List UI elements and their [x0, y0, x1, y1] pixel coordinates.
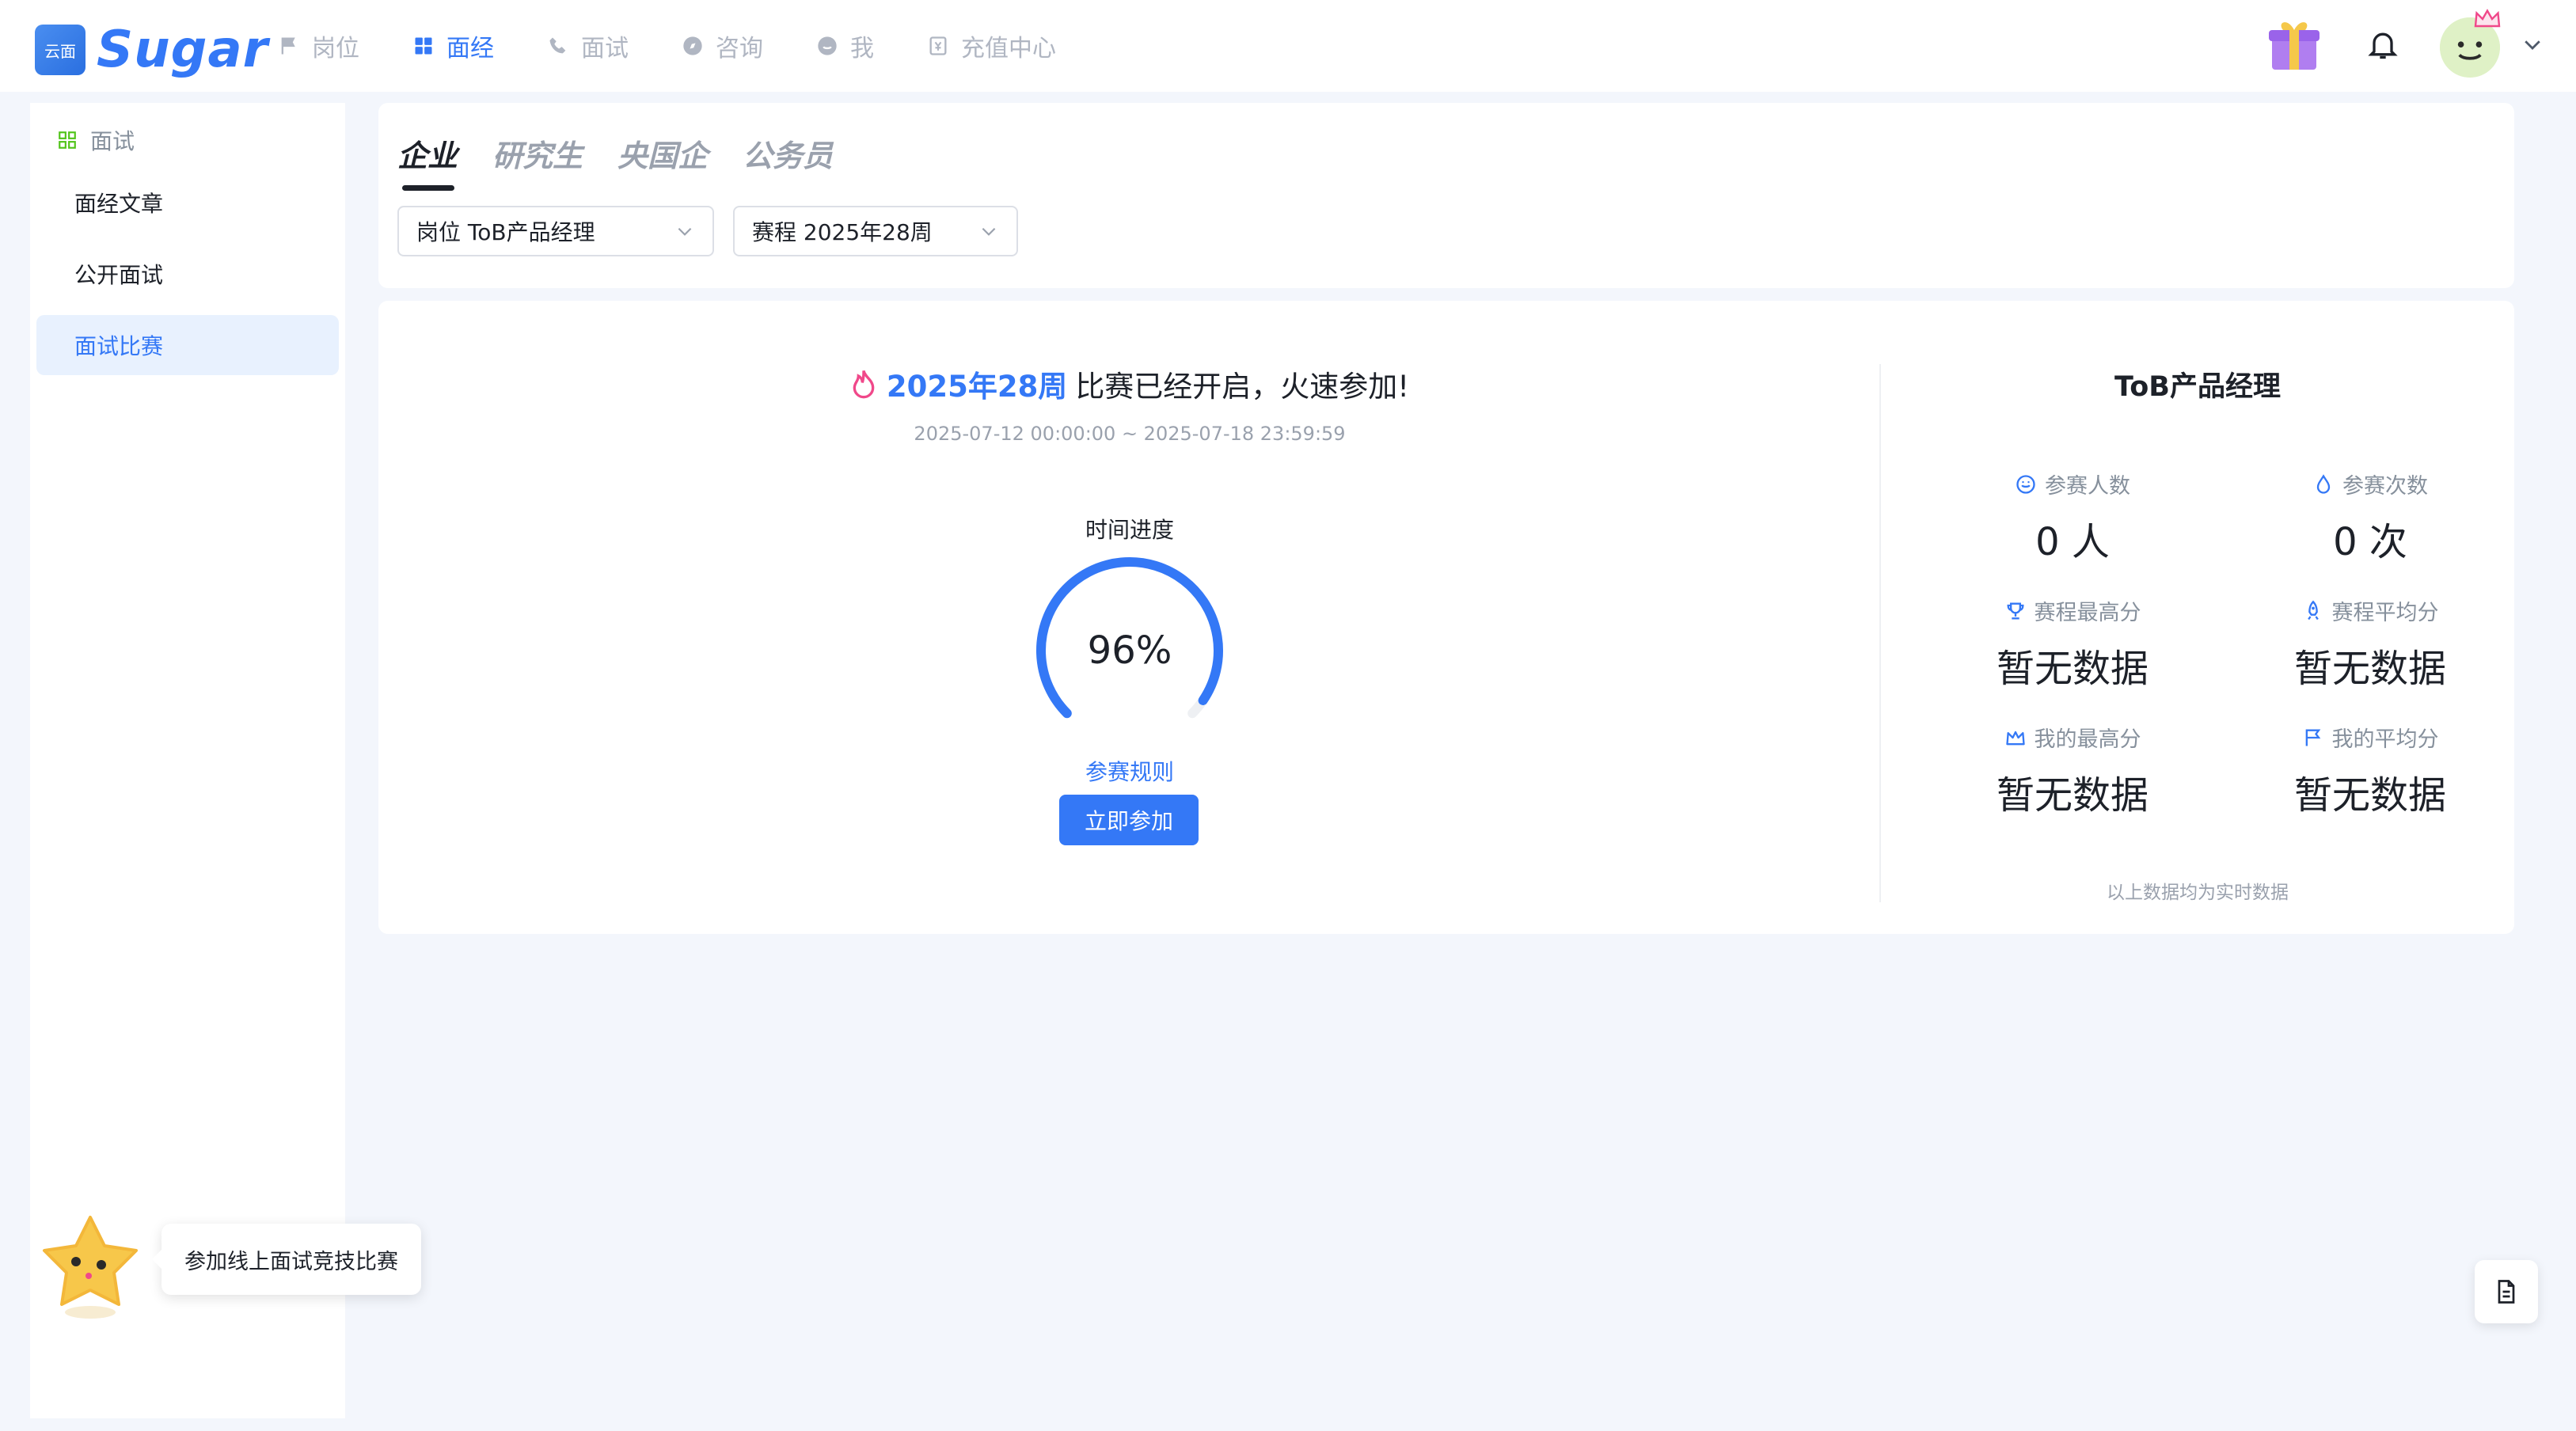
stat-label: 我的最高分 — [2034, 727, 2141, 752]
smile-icon — [815, 34, 839, 58]
sidebar-item-public-interview[interactable]: 公开面试 — [36, 244, 339, 304]
wallet-icon — [926, 34, 950, 58]
rules-link[interactable]: 参赛规则 — [378, 755, 1881, 787]
crown-icon — [2474, 9, 2501, 28]
contest-headline: 2025年28周 比赛已经开启，火速参加! — [378, 362, 1881, 405]
nav-item-interview[interactable]: 面试 — [546, 28, 629, 63]
apps-icon — [59, 131, 76, 149]
round-select-value: 赛程 2025年28周 — [752, 219, 933, 245]
flag-icon — [2305, 729, 2320, 746]
contest-week: 2025年28周 — [886, 370, 1068, 404]
fire-icon — [853, 370, 875, 399]
contest-panel: 2025年28周 比赛已经开启，火速参加! 2025-07-12 00:00:0… — [378, 301, 1881, 934]
sidebar-group-interview: 面试 — [30, 103, 345, 161]
chevron-down-icon[interactable] — [2521, 32, 2544, 56]
chevron-down-icon — [982, 227, 996, 236]
stat-my-average: 我的平均分 暂无数据 — [2251, 722, 2489, 819]
mascot-tooltip: 参加线上面试竞技比赛 — [152, 1224, 421, 1295]
tab-graduate[interactable]: 研究生 — [492, 131, 583, 191]
stat-round-average: 赛程平均分 暂无数据 — [2251, 595, 2489, 693]
stat-value: 暂无数据 — [1996, 647, 2149, 691]
tab-state-owned[interactable]: 央国企 — [617, 131, 708, 191]
nav-item-label: 我 — [850, 35, 874, 63]
nav-item-consult[interactable]: 咨询 — [681, 28, 763, 63]
phone-icon — [546, 34, 570, 58]
filter-card: 企业 研究生 央国企 公务员 岗位 ToB产品经理 赛程 2025年28周 — [378, 103, 2514, 288]
position-select-value: 岗位 ToB产品经理 — [416, 219, 595, 245]
document-float-button[interactable] — [2475, 1260, 2538, 1323]
logo-badge: 云面 — [35, 25, 85, 75]
stat-label: 赛程最高分 — [2034, 601, 2141, 625]
stat-my-top-score: 我的最高分 暂无数据 — [1954, 722, 2191, 819]
tab-enterprise[interactable]: 企业 — [397, 131, 458, 191]
smile-icon — [2016, 474, 2035, 494]
contest-headline-text: 比赛已经开启，火速参加! — [1075, 370, 1410, 404]
stat-value: 暂无数据 — [2293, 647, 2446, 691]
nav-item-me[interactable]: 我 — [815, 28, 874, 63]
stat-round-top-score: 赛程最高分 暂无数据 — [1954, 595, 2191, 693]
nav-item-label: 咨询 — [716, 35, 763, 63]
nav-item-label: 岗位 — [312, 35, 359, 63]
grid-icon — [412, 34, 435, 58]
flag-icon — [277, 34, 301, 58]
progress-value: 96% — [1087, 628, 1172, 673]
star-mascot-icon[interactable] — [35, 1211, 146, 1322]
tab-civil-servant[interactable]: 公务员 — [743, 131, 833, 191]
top-right-actions — [2263, 9, 2544, 78]
nav-item-label: 充值中心 — [961, 35, 1056, 63]
compass-icon — [681, 34, 705, 58]
stat-value: 0 人 — [2035, 520, 2110, 564]
contest-dates: 2025-07-12 00:00:00 ~ 2025-07-18 23:59:5… — [914, 423, 1346, 445]
stat-label: 我的平均分 — [2331, 727, 2439, 752]
sidebar-item-contest[interactable]: 面试比赛 — [36, 315, 339, 375]
position-select[interactable]: 岗位 ToB产品经理 — [397, 206, 714, 256]
stats-note: 以上数据均为实时数据 — [2107, 883, 2289, 903]
stat-value: 暂无数据 — [1996, 773, 2149, 818]
stat-label: 参赛次数 — [2342, 474, 2428, 499]
stat-label: 赛程平均分 — [2331, 601, 2439, 625]
contest-card: 2025年28周 比赛已经开启，火速参加! 2025-07-12 00:00:0… — [378, 301, 2514, 934]
bell-icon[interactable] — [2365, 27, 2400, 62]
category-tabs: 企业 研究生 央国企 公务员 — [397, 131, 868, 191]
filter-selects: 岗位 ToB产品经理 赛程 2025年28周 — [397, 206, 1037, 256]
app-logo[interactable]: 云面 Sugar — [35, 21, 268, 79]
sidebar-item-label: 公开面试 — [74, 262, 164, 288]
progress-label: 时间进度 — [1085, 517, 1174, 543]
chevron-down-icon — [678, 227, 692, 236]
stat-value: 0 次 — [2333, 520, 2407, 564]
sidebar-item-label: 面试比赛 — [74, 333, 164, 359]
nav-item-jobs[interactable]: 岗位 — [277, 28, 359, 63]
nav-item-recharge[interactable]: 充值中心 — [926, 28, 1056, 63]
drop-icon — [2316, 473, 2331, 494]
stats-panel: ToB产品经理 参赛人数 0 人 参赛次数 0 次 赛程最高分 暂无数据 赛程平… — [1881, 301, 2514, 934]
main-nav: 岗位 面经 面试 咨询 我 充值中心 — [277, 0, 1108, 92]
logo-text: Sugar — [97, 21, 269, 79]
gift-icon[interactable] — [2263, 13, 2326, 76]
stat-label: 参赛人数 — [2045, 474, 2130, 499]
avatar[interactable] — [2440, 9, 2506, 78]
stats-title: ToB产品经理 — [2114, 371, 2281, 403]
crown-icon — [2005, 731, 2025, 745]
stat-participants: 参赛人数 0 人 — [1954, 469, 2191, 566]
nav-item-label: 面经 — [446, 35, 494, 63]
sidebar-group-label: 面试 — [90, 128, 135, 154]
top-bar: 云面 Sugar 岗位 面经 面试 咨询 我 充值中心 — [0, 0, 2576, 92]
join-button[interactable]: 立即参加 — [1059, 795, 1199, 845]
trophy-icon — [2006, 602, 2024, 619]
document-icon — [2498, 1280, 2515, 1304]
nav-item-interview-notes[interactable]: 面经 — [412, 28, 494, 63]
stat-value: 暂无数据 — [2293, 773, 2446, 818]
stat-attempts: 参赛次数 0 次 — [2251, 469, 2489, 566]
rocket-icon — [2307, 600, 2319, 620]
round-select[interactable]: 赛程 2025年28周 — [733, 206, 1018, 256]
nav-item-label: 面试 — [581, 35, 629, 63]
sidebar-item-articles[interactable]: 面经文章 — [36, 173, 339, 233]
sidebar-item-label: 面经文章 — [74, 191, 164, 217]
